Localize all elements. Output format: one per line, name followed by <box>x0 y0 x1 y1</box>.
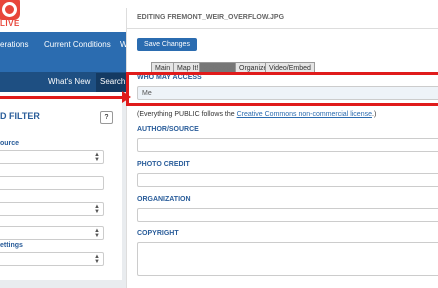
filter-select-3[interactable]: ▲ ▼ <box>0 226 104 240</box>
creative-commons-link[interactable]: Creative Commons non-commercial license <box>237 111 372 118</box>
settings-label: ettings <box>0 242 23 249</box>
select-arrows-icon: ▲ ▼ <box>94 152 100 163</box>
edit-modal: EDITING FREMONT_WEIR_OVERFLOW.JPG Save C… <box>126 8 438 288</box>
organization-label: ORGANIZATION <box>137 196 191 203</box>
pointer-arrow-line <box>0 96 126 99</box>
select-arrows-icon: ▲ ▼ <box>94 204 100 215</box>
modal-title: EDITING FREMONT_WEIR_OVERFLOW.JPG <box>137 14 285 21</box>
author-source-input[interactable] <box>137 138 438 152</box>
site-logo-icon[interactable] <box>0 0 20 20</box>
organization-input[interactable] <box>137 208 438 222</box>
copyright-label: COPYRIGHT <box>137 230 179 237</box>
filter-text-input[interactable] <box>0 176 104 190</box>
license-note: (Everything PUBLIC follows the Creative … <box>137 111 376 118</box>
search-tab[interactable]: Search <box>96 73 126 92</box>
save-changes-button[interactable]: Save Changes <box>137 38 197 51</box>
license-note-prefix: (Everything PUBLIC follows the <box>137 111 237 118</box>
source-label: ource <box>0 140 20 147</box>
select-arrows-icon: ▲ ▼ <box>94 254 100 265</box>
license-note-suffix: .) <box>372 111 377 118</box>
help-button[interactable]: ? <box>100 111 113 124</box>
pointer-arrow-icon <box>122 91 131 103</box>
source-select[interactable]: ▲ ▼ <box>0 150 104 164</box>
filter-title: D FILTER <box>0 111 40 121</box>
photo-credit-input[interactable] <box>137 173 438 187</box>
who-may-access-highlight-box <box>126 72 438 106</box>
settings-select[interactable]: ▲ ▼ <box>0 252 104 266</box>
modal-divider <box>127 28 438 29</box>
nav-item-operations[interactable]: erations <box>0 40 28 49</box>
author-source-label: AUTHOR/SOURCE <box>137 126 199 133</box>
site-logo-text: LIVE <box>0 19 20 28</box>
copyright-textarea[interactable] <box>137 242 438 276</box>
filter-select-2[interactable]: ▲ ▼ <box>0 202 104 216</box>
photo-credit-label: PHOTO CREDIT <box>137 161 190 168</box>
whats-new-link[interactable]: What's New <box>48 77 90 86</box>
select-arrows-icon: ▲ ▼ <box>94 228 100 239</box>
nav-item-current-conditions[interactable]: Current Conditions <box>44 40 111 49</box>
